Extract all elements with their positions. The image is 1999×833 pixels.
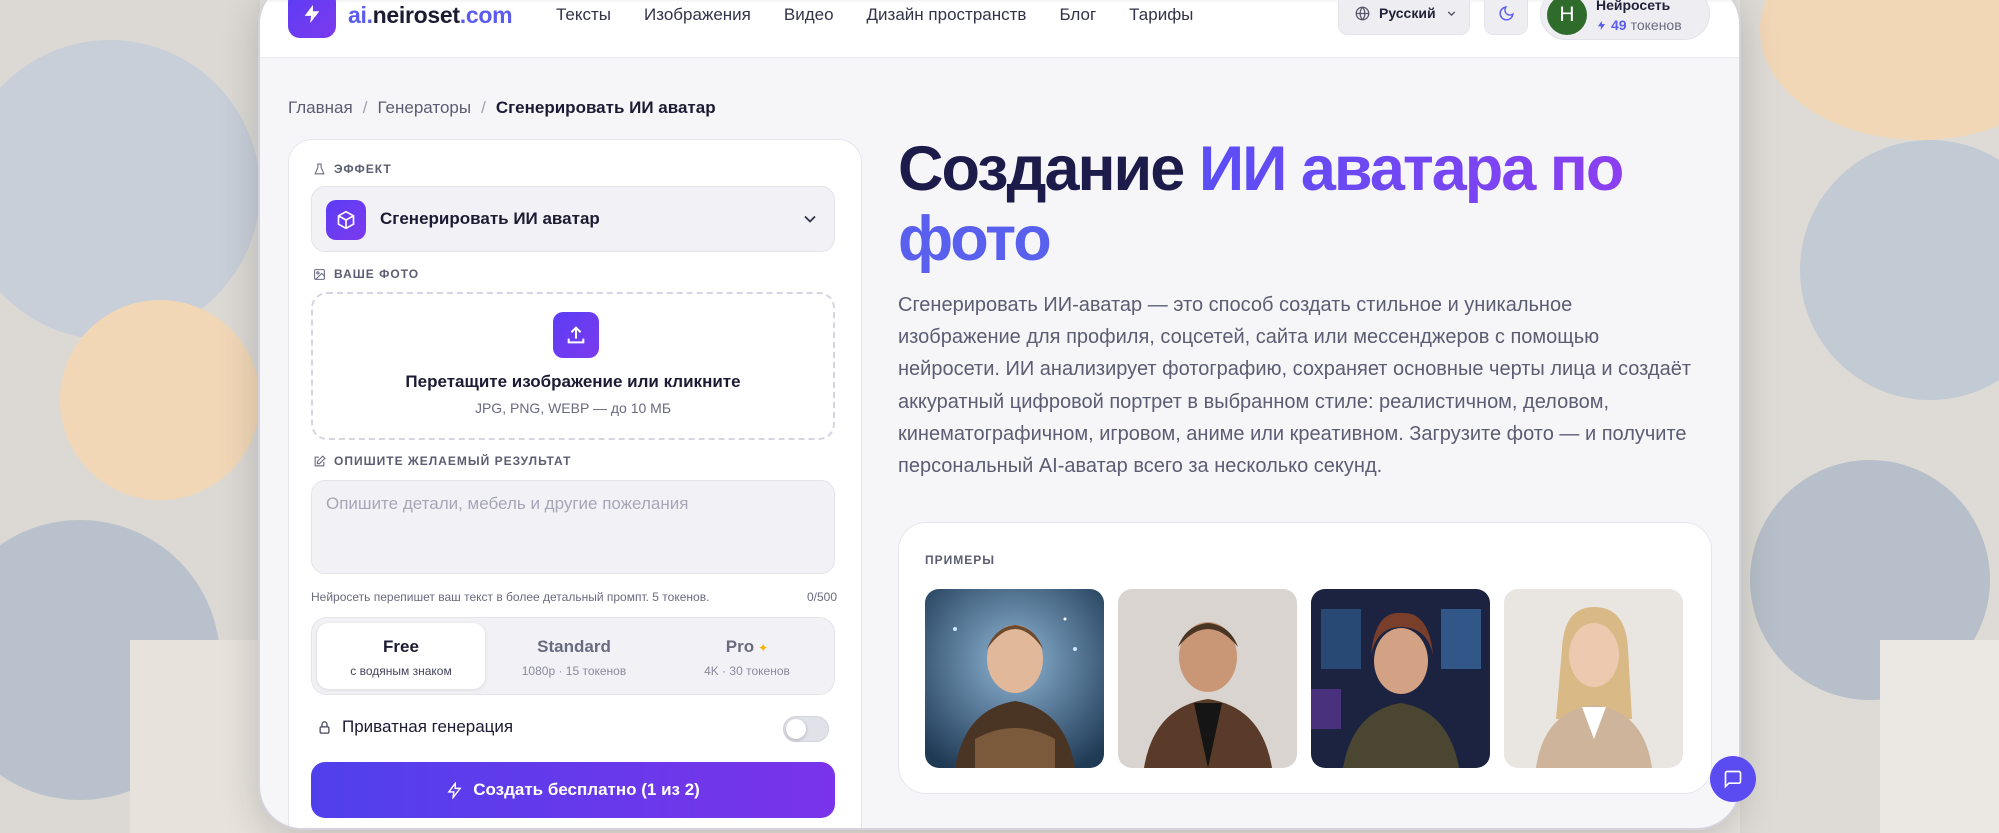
top-header: ai.neiroset.com Тексты Изображения Видео… xyxy=(260,0,1739,58)
nav-blog[interactable]: Блог xyxy=(1059,5,1096,25)
user-name: Нейросеть xyxy=(1596,0,1671,13)
create-button[interactable]: Создать бесплатно (1 из 2) xyxy=(311,762,835,818)
chevron-down-icon xyxy=(1447,10,1455,16)
globe-icon xyxy=(1355,6,1370,20)
browser-window: ai.neiroset.com Тексты Изображения Видео… xyxy=(258,0,1741,830)
photo-label: ВАШЕ ФОТО xyxy=(313,267,419,281)
user-menu[interactable]: Н Нейросеть 49 токенов xyxy=(1540,0,1710,40)
lock-icon xyxy=(319,720,330,734)
generator-form-card: ЭФФЕКТ Сгенерировать ИИ аватар ВАШЕ ФОТО… xyxy=(288,139,862,828)
breadcrumb-current: Сгенерировать ИИ аватар xyxy=(495,98,716,117)
chevron-down-icon xyxy=(804,215,816,223)
chat-widget-button[interactable] xyxy=(1710,756,1756,802)
nav-space-design[interactable]: Дизайн пространств xyxy=(867,5,1027,25)
breadcrumb-home[interactable]: Главная xyxy=(288,98,353,118)
brand-logo[interactable]: ai.neiroset.com xyxy=(348,2,513,29)
example-sci-fi-cyber-portrait[interactable] xyxy=(1311,589,1490,768)
example-fantasy-armor-portrait[interactable] xyxy=(925,589,1104,768)
nav-texts[interactable]: Тексты xyxy=(556,5,611,25)
photo-dropzone[interactable]: Перетащите изображение или кликните JPG,… xyxy=(311,292,835,440)
nav-video[interactable]: Видео xyxy=(784,5,834,25)
language-label: Русский xyxy=(1379,5,1436,21)
bolt-icon xyxy=(447,781,462,799)
sparkle-icon: ✦ xyxy=(758,641,769,655)
private-generation-row: Приватная генерация xyxy=(317,717,513,737)
chat-icon xyxy=(1724,770,1742,789)
upload-formats: JPG, PNG, WEBP — до 10 МБ xyxy=(474,400,672,416)
create-button-label: Создать бесплатно (1 из 2) xyxy=(473,780,700,799)
tier-pro[interactable]: Pro ✦ 4K · 30 токенов xyxy=(663,623,831,689)
image-icon xyxy=(314,268,325,280)
example-business-blazer-portrait[interactable] xyxy=(1504,589,1683,768)
token-label: токенов xyxy=(1630,17,1682,33)
prompt-char-count: 0/500 xyxy=(806,590,837,604)
theme-toggle-button[interactable] xyxy=(1484,0,1528,35)
private-generation-toggle[interactable] xyxy=(783,716,829,742)
breadcrumb-separator: / xyxy=(362,98,368,117)
moon-icon xyxy=(1499,5,1514,20)
main-nav: Тексты Изображения Видео Дизайн простран… xyxy=(556,5,1193,25)
breadcrumb-separator: / xyxy=(481,98,486,117)
page-title: Создание ИИ аватара по фото xyxy=(898,134,1624,274)
prompt-hint: Нейросеть перепишет ваш текст в более де… xyxy=(311,590,710,604)
edit-icon xyxy=(314,454,326,466)
nav-images[interactable]: Изображения xyxy=(644,5,751,25)
tier-free[interactable]: Free с водяным знаком xyxy=(317,623,485,689)
cube-icon xyxy=(326,200,366,240)
examples-card: ПРИМЕРЫ xyxy=(898,522,1712,794)
examples-label: ПРИМЕРЫ xyxy=(925,553,996,567)
token-count: 49 xyxy=(1611,17,1627,33)
example-leather-jacket-portrait[interactable] xyxy=(1118,589,1297,768)
upload-icon xyxy=(553,312,599,358)
avatar: Н xyxy=(1547,0,1587,35)
page-description: Сгенерировать ИИ-аватар — это способ соз… xyxy=(898,294,1691,478)
effect-select[interactable]: Сгенерировать ИИ аватар xyxy=(311,186,835,252)
token-balance: 49 токенов xyxy=(1596,17,1682,33)
prompt-label: ОПИШИТЕ ЖЕЛАЕМЫЙ РЕЗУЛЬТАТ xyxy=(313,454,571,468)
language-selector[interactable]: Русский xyxy=(1338,0,1470,35)
breadcrumb-generators[interactable]: Генераторы xyxy=(377,98,471,118)
private-generation-label: Приватная генерация xyxy=(342,717,514,736)
nav-pricing[interactable]: Тарифы xyxy=(1129,5,1193,25)
logo-icon[interactable] xyxy=(288,0,336,38)
upload-title: Перетащите изображение или кликните xyxy=(405,372,741,391)
prompt-input[interactable] xyxy=(311,480,835,574)
bolt-icon xyxy=(1597,20,1606,30)
effect-value: Сгенерировать ИИ аватар xyxy=(380,209,600,228)
flask-icon xyxy=(314,163,325,174)
effect-label: ЭФФЕКТ xyxy=(313,162,392,176)
breadcrumb: Главная / Генераторы / Сгенерировать ИИ … xyxy=(288,98,716,118)
tier-standard[interactable]: Standard 1080p · 15 токенов xyxy=(490,623,658,689)
quality-tier-selector: Free с водяным знаком Standard 1080p · 1… xyxy=(311,617,835,695)
